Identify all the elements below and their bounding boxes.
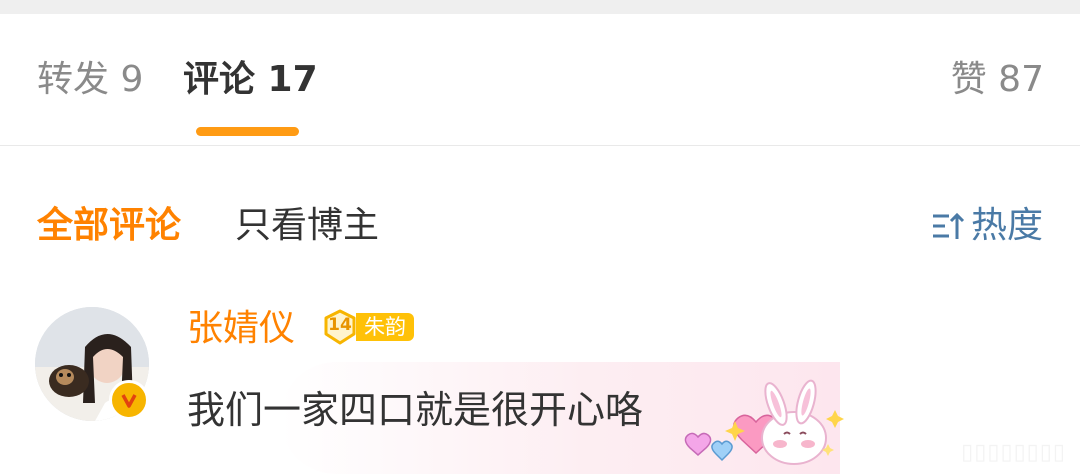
verified-v-icon	[109, 380, 149, 420]
comment-username[interactable]: 张婧仪	[187, 307, 295, 351]
filter-all-comments[interactable]: 全部评论	[37, 204, 181, 248]
top-strip	[0, 0, 1080, 14]
tab-comments[interactable]: 评论 17	[183, 58, 318, 102]
bunny-hearts-sticker	[684, 379, 844, 465]
sort-label: 热度	[970, 205, 1043, 246]
active-tab-indicator	[196, 127, 299, 136]
filter-blogger-only[interactable]: 只看博主	[235, 204, 379, 248]
tab-likes[interactable]: 赞 87	[951, 58, 1044, 102]
fan-level: 14	[328, 315, 352, 335]
sort-by-popularity-button[interactable]: 热度	[931, 204, 1043, 248]
tab-repost[interactable]: 转发 9	[37, 58, 143, 102]
divider	[0, 145, 1080, 146]
watermark: ▯▯▯▯▯▯▯▯	[961, 440, 1066, 465]
fan-group-name: 朱韵	[356, 313, 414, 341]
fan-badge[interactable]: 朱韵 14	[318, 309, 422, 345]
comment-text: 我们一家四口就是很开心咯	[187, 388, 644, 432]
sort-icon	[932, 212, 965, 239]
